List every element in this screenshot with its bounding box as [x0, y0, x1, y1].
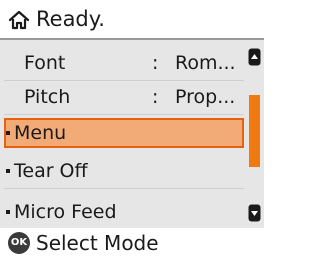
- menu-item-label: Pitch: [24, 86, 71, 108]
- menu-item-separator: :: [152, 86, 159, 108]
- menu-item-value: Rom...: [175, 52, 236, 74]
- menu-item-label: Font: [24, 52, 66, 74]
- menu-item-pitch[interactable]: Pitch : Prop...: [4, 82, 244, 112]
- status-bar: Ready.: [0, 0, 264, 40]
- menu-item-micro-feed[interactable]: Micro Feed: [4, 197, 244, 227]
- row-divider: [4, 188, 244, 189]
- footer-action-text: Select Mode: [36, 231, 159, 255]
- scrollbar-thumb[interactable]: [249, 95, 260, 167]
- menu-item-value: Prop...: [175, 86, 236, 108]
- scroll-up-icon[interactable]: [248, 48, 261, 66]
- footer-hint: OK Select Mode: [0, 228, 264, 264]
- menu-item-font[interactable]: Font : Rom...: [4, 48, 244, 78]
- status-text: Ready.: [36, 7, 105, 31]
- menu-item-label: Menu: [14, 122, 67, 144]
- row-divider: [4, 114, 244, 115]
- ok-button-icon: OK: [8, 232, 30, 254]
- submenu-bullet-icon: [6, 210, 10, 214]
- home-icon: [8, 10, 30, 30]
- row-divider: [4, 80, 244, 81]
- menu-item-label: Tear Off: [14, 160, 88, 182]
- menu-item-tear-off[interactable]: Tear Off: [4, 156, 244, 186]
- scroll-down-icon[interactable]: [248, 204, 261, 222]
- menu-item-label: Micro Feed: [14, 201, 117, 223]
- menu-item-menu[interactable]: Menu: [4, 118, 244, 148]
- submenu-bullet-icon: [6, 131, 10, 135]
- submenu-bullet-icon: [6, 169, 10, 173]
- menu-item-separator: :: [152, 52, 159, 74]
